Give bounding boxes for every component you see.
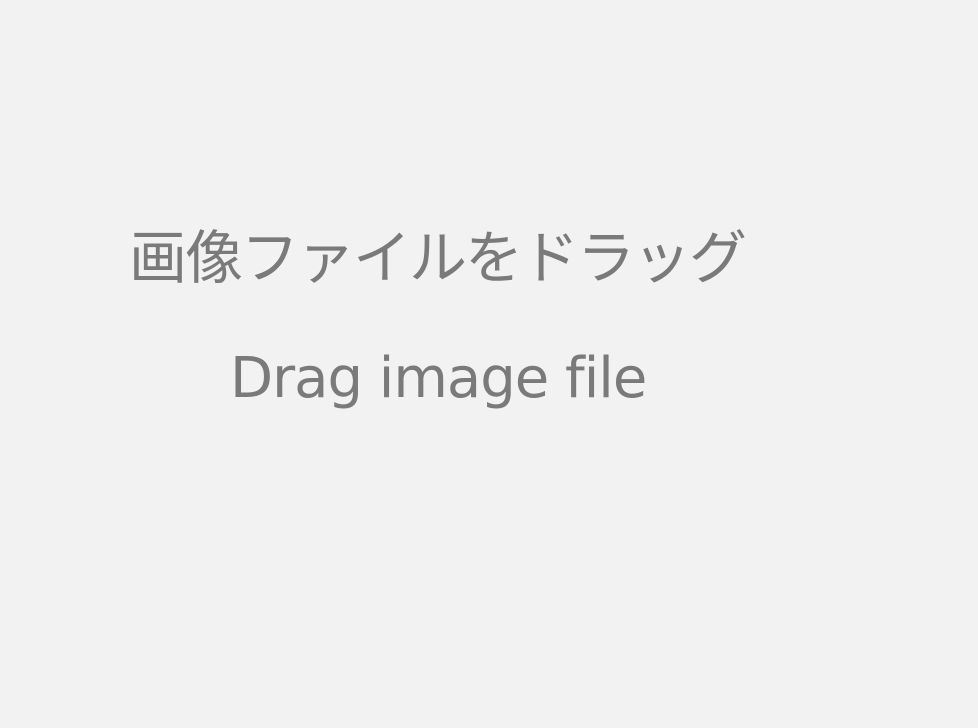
image-drop-zone[interactable]: 画像ファイルをドラッグ Drag image file [0,0,978,728]
drop-instruction-english: Drag image file [230,346,647,411]
drop-instruction-japanese: 画像ファイルをドラッグ [129,224,747,292]
